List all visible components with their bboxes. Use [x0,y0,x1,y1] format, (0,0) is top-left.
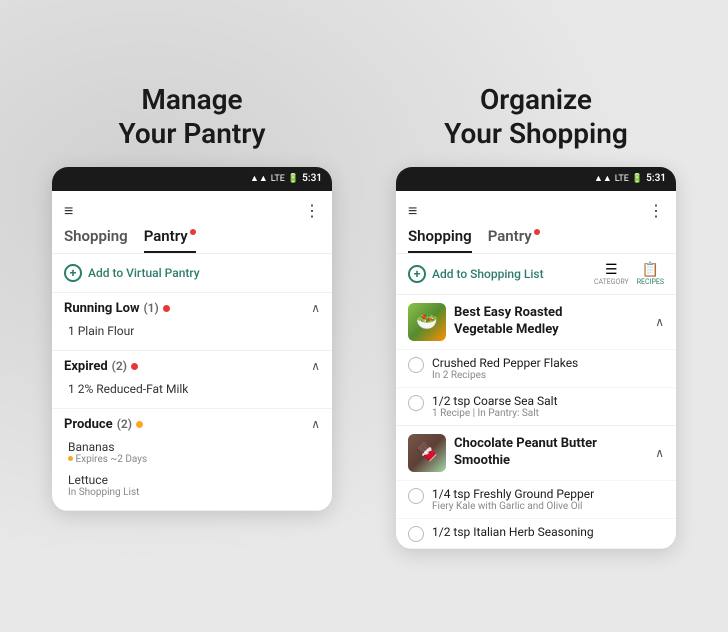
ingredient-info-1-1: 1/2 tsp Italian Herb Seasoning [432,525,664,539]
right-tabs: Shopping Pantry [396,227,676,254]
left-phone: ▲▲ LTE 🔋 5:31 ≡ ⋮ Shopping Pantry [52,167,332,511]
expired-dot [131,363,138,370]
checkbox-1-1[interactable] [408,526,424,542]
right-pantry-dot [534,229,540,235]
produce-count: (2) [117,417,132,431]
category-label: CATEGORY [594,278,629,286]
add-shopping-icon: + [408,265,426,283]
toolbar-icons: ☰ CATEGORY 📋 RECIPES [594,262,664,286]
recipes-btn[interactable]: 📋 RECIPES [637,262,664,286]
add-pantry-icon: + [64,264,82,282]
running-low-title: Running Low (1) [64,301,170,316]
left-status-bar: ▲▲ LTE 🔋 5:31 [52,167,332,191]
right-title-line2: Your Shopping [444,117,628,150]
recipes-icon: 📋 [642,262,659,278]
checkbox-0-1[interactable] [408,395,424,411]
battery-icon: 🔋 [288,174,299,184]
left-tabs: Shopping Pantry [52,227,332,254]
left-panel: Manage Your Pantry ▲▲ LTE 🔋 5:31 ≡ ⋮ [32,83,352,510]
app-container: Manage Your Pantry ▲▲ LTE 🔋 5:31 ≡ ⋮ [12,63,716,568]
category-btn[interactable]: ☰ CATEGORY [594,262,629,286]
expired-count: (2) [112,359,127,373]
category-icon: ☰ [605,262,618,278]
recipes-label: RECIPES [637,278,664,286]
recipe-section-0: 🥗 Best Easy RoastedVegetable Medley ∧ Cr… [396,295,676,426]
ingredient-0-1: 1/2 tsp Coarse Sea Salt 1 Recipe | In Pa… [396,387,676,425]
left-time: 5:31 [302,173,322,184]
left-menu-dots-icon[interactable]: ⋮ [304,201,320,220]
wifi-icon: LTE [271,174,285,184]
left-hamburger-icon[interactable]: ≡ [64,201,73,221]
ingredient-info-0-0: Crushed Red Pepper Flakes In 2 Recipes [432,356,664,381]
left-title-line1: Manage [141,83,242,116]
left-tab-pantry[interactable]: Pantry [144,227,196,253]
right-tab-shopping[interactable]: Shopping [408,227,472,253]
expired-title: Expired (2) [64,359,138,374]
checkbox-0-0[interactable] [408,357,424,373]
expired-chevron[interactable]: ∧ [311,359,320,373]
running-low-item-0: 1 Plain Flour [64,320,320,342]
ingredient-info-0-1: 1/2 tsp Coarse Sea Salt 1 Recipe | In Pa… [432,394,664,419]
right-battery-icon: 🔋 [632,174,643,184]
produce-item-0: Bananas Expires ~2 Days [64,436,320,469]
add-pantry-label: Add to Virtual Pantry [88,266,200,280]
right-menu-dots-icon[interactable]: ⋮ [648,201,664,220]
right-phone: ▲▲ LTE 🔋 5:31 ≡ ⋮ Shopping Pantry [396,167,676,549]
produce-header[interactable]: Produce (2) ∧ [64,417,320,432]
right-panel: Organize Your Shopping ▲▲ LTE 🔋 5:31 ≡ ⋮ [376,83,696,548]
running-low-header[interactable]: Running Low (1) ∧ [64,301,320,316]
checkbox-1-0[interactable] [408,488,424,504]
produce-dot [136,421,143,428]
right-toolbar-row: + Add to Shopping List ☰ CATEGORY 📋 RECI… [396,254,676,295]
right-status-icons: ▲▲ LTE 🔋 5:31 [594,173,666,184]
recipe-section-1: 🍫 Chocolate Peanut ButterSmoothie ∧ 1/4 … [396,426,676,549]
right-status-bar: ▲▲ LTE 🔋 5:31 [396,167,676,191]
recipe-0-chevron[interactable]: ∧ [655,315,664,329]
right-wifi-icon: LTE [615,174,629,184]
left-app-bar: ≡ ⋮ [52,191,332,227]
left-tab-shopping[interactable]: Shopping [64,227,128,253]
right-hamburger-icon[interactable]: ≡ [408,201,417,221]
ingredient-info-1-0: 1/4 tsp Freshly Ground Pepper Fiery Kale… [432,487,664,512]
signal-icon: ▲▲ [250,173,268,184]
right-signal-icon: ▲▲ [594,173,612,184]
banana-expiry-dot [68,456,73,461]
recipe-header-0: 🥗 Best Easy RoastedVegetable Medley ∧ [396,295,676,349]
right-title-line1: Organize [480,83,592,116]
expired-section: Expired (2) ∧ 1 2% Reduced-Fat Milk [52,351,332,409]
expired-item-0: 1 2% Reduced-Fat Milk [64,378,320,400]
right-time: 5:31 [646,173,666,184]
right-app-bar: ≡ ⋮ [396,191,676,227]
ingredient-0-0: Crushed Red Pepper Flakes In 2 Recipes [396,349,676,387]
running-low-chevron[interactable]: ∧ [311,301,320,315]
left-panel-title: Manage Your Pantry [119,83,266,150]
recipe-header-1: 🍫 Chocolate Peanut ButterSmoothie ∧ [396,426,676,480]
left-status-icons: ▲▲ LTE 🔋 5:31 [250,173,322,184]
right-tab-pantry[interactable]: Pantry [488,227,540,253]
produce-section: Produce (2) ∧ Bananas Expires ~2 Days Le… [52,409,332,511]
left-add-row[interactable]: + Add to Virtual Pantry [52,254,332,293]
ingredient-1-1: 1/2 tsp Italian Herb Seasoning [396,518,676,548]
running-low-section: Running Low (1) ∧ 1 Plain Flour [52,293,332,351]
ingredient-1-0: 1/4 tsp Freshly Ground Pepper Fiery Kale… [396,480,676,518]
recipe-1-chevron[interactable]: ∧ [655,446,664,460]
add-shopping-label: Add to Shopping List [432,267,544,281]
expired-header[interactable]: Expired (2) ∧ [64,359,320,374]
right-panel-title: Organize Your Shopping [444,83,628,150]
recipe-thumb-smoothie: 🍫 [408,434,446,472]
left-title-line2: Your Pantry [119,117,266,150]
recipe-name-0: Best Easy RoastedVegetable Medley [454,305,647,339]
running-low-dot [163,305,170,312]
produce-title: Produce (2) [64,417,143,432]
pantry-dot [190,229,196,235]
recipe-name-1: Chocolate Peanut ButterSmoothie [454,436,647,470]
produce-chevron[interactable]: ∧ [311,417,320,431]
running-low-count: (1) [144,301,159,315]
produce-item-1: Lettuce In Shopping List [64,469,320,502]
recipe-thumb-salad: 🥗 [408,303,446,341]
